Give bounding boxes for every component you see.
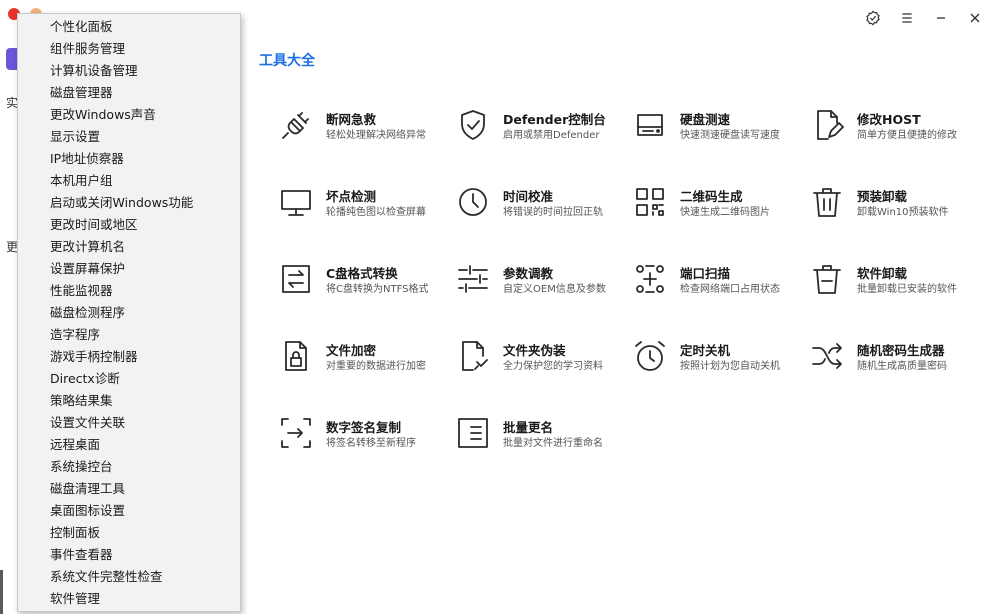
menu-item[interactable]: 磁盘检测程序 [18,302,240,324]
tool-description: 检查网络端口占用状态 [680,284,780,295]
tool-shuffle[interactable]: 随机密码生成器 随机生成高质量密码 [809,334,979,378]
menu-item[interactable]: 启动或关闭Windows功能 [18,192,240,214]
tool-shield-check[interactable]: Defender控制台 启用或禁用Defender [455,103,625,147]
trash-lines-icon [809,261,845,297]
left-scroll-indicator [0,570,3,614]
menu-item[interactable]: IP地址侦察器 [18,148,240,170]
window-controls [863,8,985,28]
tool-file-disguise[interactable]: 文件夹伪装 全力保护您的学习资料 [455,334,625,378]
tool-description: 对重要的数据进行加密 [326,361,426,372]
menu-item[interactable]: 个性化面板 [18,16,240,38]
tool-description: 按照计划为您自动关机 [680,361,780,372]
shuffle-icon [809,338,845,374]
alarm-clock-icon [632,338,668,374]
tool-file-edit[interactable]: 修改HOST 简单方便且便捷的修改 [809,103,979,147]
rename-icon [455,415,491,451]
minimize-icon[interactable] [931,8,951,28]
menu-item[interactable]: 更改计算机名 [18,236,240,258]
menu-item[interactable]: 组件服务管理 [18,38,240,60]
tool-description: 全力保护您的学习资料 [503,361,603,372]
menu-item[interactable]: 设置文件关联 [18,412,240,434]
menu-item[interactable]: 显示设置 [18,126,240,148]
shield-check-icon [455,107,491,143]
tool-description: 快速生成二维码图片 [680,207,770,218]
menu-item[interactable]: 软件管理 [18,588,240,610]
tool-description: 将C盘转换为NTFS格式 [326,284,429,295]
menu-item[interactable]: 设置屏幕保护 [18,258,240,280]
menu-item[interactable]: 系统操控台 [18,456,240,478]
tool-description: 轻松处理解决网络异常 [326,130,426,141]
menu-item[interactable]: 计算机设备管理 [18,60,240,82]
close-icon[interactable] [965,8,985,28]
menu-item[interactable]: Directx诊断 [18,368,240,390]
sliders-icon [455,261,491,297]
tool-trash[interactable]: 预装卸载 卸载Win10预装软件 [809,180,979,224]
menu-item[interactable]: 控制面板 [18,522,240,544]
tool-signature-copy[interactable]: 数字签名复制 将签名转移至新程序 [278,411,448,455]
tool-description: 自定义OEM信息及参数 [503,284,606,295]
badge-check-icon[interactable] [863,8,883,28]
menu-item[interactable]: 远程桌面 [18,434,240,456]
menu-item[interactable]: 磁盘清理工具 [18,478,240,500]
tool-description: 随机生成高质量密码 [857,361,947,372]
menu-item[interactable]: 造字程序 [18,324,240,346]
menu-item[interactable]: 事件查看器 [18,544,240,566]
tool-plug[interactable]: 断网急救 轻松处理解决网络异常 [278,103,448,147]
menu-item[interactable]: 更改Windows声音 [18,104,240,126]
file-disguise-icon [455,338,491,374]
tool-description: 卸载Win10预装软件 [857,207,949,218]
tool-description: 批量对文件进行重命名 [503,438,603,449]
tool-sliders[interactable]: 参数调教 自定义OEM信息及参数 [455,257,625,301]
tool-trash-lines[interactable]: 软件卸载 批量卸载已安装的软件 [809,257,979,301]
clock-icon [455,184,491,220]
trash-icon [809,184,845,220]
menu-item[interactable]: 磁盘管理器 [18,82,240,104]
signature-copy-icon [278,415,314,451]
tool-hard-drive[interactable]: 硬盘测速 快速测速硬盘读写速度 [632,103,802,147]
hard-drive-icon [632,107,668,143]
tool-clock[interactable]: 时间校准 将错误的时间拉回正轨 [455,180,625,224]
tool-description: 将错误的时间拉回正轨 [503,207,603,218]
swap-icon [278,261,314,297]
tool-description: 快速测速硬盘读写速度 [680,130,780,141]
tool-description: 轮播纯色图以检查屏幕 [326,207,426,218]
tool-description: 批量卸载已安装的软件 [857,284,957,295]
tool-rename[interactable]: 批量更名 批量对文件进行重命名 [455,411,625,455]
section-title: 工具大全 [259,53,315,69]
context-menu: 个性化面板 组件服务管理 计算机设备管理 磁盘管理器 更改Windows声音 显示设置 IP… [17,13,241,612]
plug-icon [278,107,314,143]
tool-monitor[interactable]: 坏点检测 轮播纯色图以检查屏幕 [278,180,448,224]
tool-file-lock[interactable]: 文件加密 对重要的数据进行加密 [278,334,448,378]
network-scan-icon [632,261,668,297]
tool-network-scan[interactable]: 端口扫描 检查网络端口占用状态 [632,257,802,301]
tool-alarm-clock[interactable]: 定时关机 按照计划为您自动关机 [632,334,802,378]
menu-item[interactable]: 游戏手柄控制器 [18,346,240,368]
file-edit-icon [809,107,845,143]
tool-qrcode[interactable]: 二维码生成 快速生成二维码图片 [632,180,802,224]
tool-swap[interactable]: C盘格式转换 将C盘转换为NTFS格式 [278,257,448,301]
file-lock-icon [278,338,314,374]
tool-description: 将签名转移至新程序 [326,438,416,449]
menu-item[interactable]: 本机用户组 [18,170,240,192]
qrcode-icon [632,184,668,220]
monitor-icon [278,184,314,220]
tool-description: 简单方便且便捷的修改 [857,130,957,141]
menu-item[interactable]: 更改时间或地区 [18,214,240,236]
menu-item[interactable]: 性能监视器 [18,280,240,302]
menu-item[interactable]: 桌面图标设置 [18,500,240,522]
menu-item[interactable]: 系统文件完整性检查 [18,566,240,588]
tool-description: 启用或禁用Defender [503,130,600,141]
hamburger-icon[interactable] [897,8,917,28]
menu-item[interactable]: 策略结果集 [18,390,240,412]
